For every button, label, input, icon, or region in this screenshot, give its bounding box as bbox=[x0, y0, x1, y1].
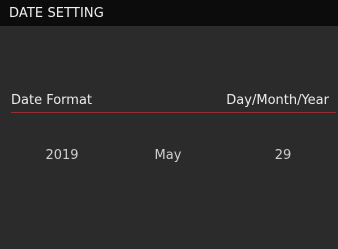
row-divider bbox=[11, 112, 336, 113]
month-field[interactable]: May bbox=[155, 148, 182, 163]
title-bar: DATE SETTING bbox=[0, 0, 338, 26]
date-format-label: Date Format bbox=[11, 93, 93, 108]
page-title: DATE SETTING bbox=[9, 6, 104, 21]
year-field[interactable]: 2019 bbox=[45, 148, 78, 163]
date-setting-screen: DATE SETTING Date Format Day/Month/Year … bbox=[0, 0, 338, 249]
day-field[interactable]: 29 bbox=[275, 148, 292, 163]
date-format-value: Day/Month/Year bbox=[226, 93, 329, 108]
date-format-row[interactable]: Date Format Day/Month/Year bbox=[0, 88, 338, 112]
